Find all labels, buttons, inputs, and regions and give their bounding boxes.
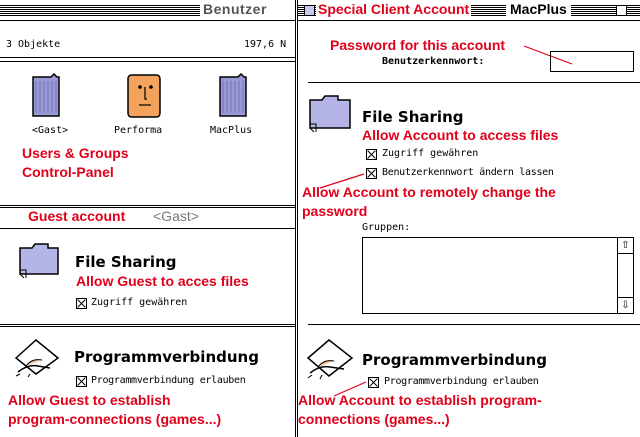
annotation-guest-prog-1: Allow Guest to establish [8,392,171,408]
checkbox-account-zugriff-label: Zugriff gewähren [382,148,479,159]
user-label-gast: <Gast> [32,125,69,136]
handshake-icon [14,339,60,378]
checkbox-guest-zugriff-label: Zugriff gewähren [91,297,188,308]
groups-list[interactable]: ⇧ ⇩ [362,237,634,314]
annotation-users-groups: Users & Groups [22,145,129,161]
left-window: Benutzer 3 Objekte 197,6 N <Gast> Perfor… [0,0,296,437]
guest-header-annotation: Guest account [28,208,126,224]
checkbox-account-kennwort-label: Benutzerkennwort ändern lassen [382,167,554,178]
right-programm-title: Programmverbindung [362,351,547,369]
checkbox-account-zugriff[interactable] [366,149,377,160]
scroll-down-arrow-icon[interactable]: ⇩ [618,297,633,313]
right-title-bar[interactable]: Special Client Account MacPlus [298,0,640,21]
annotation-guest-prog-2: program-connections (games...) [8,411,222,427]
disk-info: 197,6 N [244,39,287,50]
left-title-bar[interactable]: Benutzer [0,0,296,21]
left-programm-title: Programmverbindung [74,348,259,366]
user-group-icon [32,73,60,117]
right-file-sharing-title: File Sharing [362,108,464,126]
user-group-icon [219,73,247,117]
right-window-title: MacPlus [506,1,571,17]
user-label-performa: Performa [114,125,163,136]
annotation-change-2: password [302,203,368,219]
zoom-box-icon[interactable] [616,5,627,16]
annotation-control-panel: Control-Panel [22,164,114,180]
checkbox-guest-zugriff[interactable] [76,298,87,309]
right-window: Special Client Account MacPlus Password … [298,0,640,437]
user-macplus[interactable]: MacPlus [208,73,268,143]
annotation-guest-files: Allow Guest to acces files [76,273,249,289]
checkbox-account-programm-label: Programmverbindung erlauben [384,376,539,387]
user-gast[interactable]: <Gast> [20,73,70,143]
left-file-sharing-title: File Sharing [75,253,177,271]
password-field[interactable] [550,51,634,72]
annotation-change-1: Allow Account to remotely change the [302,184,556,200]
checkbox-guest-programm-label: Programmverbindung erlauben [91,375,246,386]
annotation-account-files: Allow Account to access files [362,127,559,143]
user-performa[interactable]: Performa [112,73,172,143]
groups-scrollbar[interactable]: ⇧ ⇩ [617,238,633,313]
close-box-icon[interactable] [304,5,315,16]
right-title-annotation: Special Client Account [316,1,472,17]
user-label-macplus: MacPlus [210,125,253,136]
annotation-password: Password for this account [330,37,506,53]
checkbox-guest-programm[interactable] [76,376,87,387]
annotation-account-prog-1: Allow Account to establish program- [298,392,542,408]
folder-icon [19,243,59,279]
annotation-account-prog-2: connections (games...) [298,411,450,427]
folder-icon [309,95,351,133]
scroll-up-arrow-icon[interactable]: ⇧ [618,238,633,254]
user-face-icon [127,74,161,118]
groups-label: Gruppen: [362,222,411,233]
left-window-title: Benutzer [203,1,267,17]
handshake-icon [306,339,354,380]
password-label: Benutzerkennwort: [382,56,485,67]
item-count: 3 Objekte [6,39,61,50]
guest-header-name: <Gast> [153,208,199,224]
